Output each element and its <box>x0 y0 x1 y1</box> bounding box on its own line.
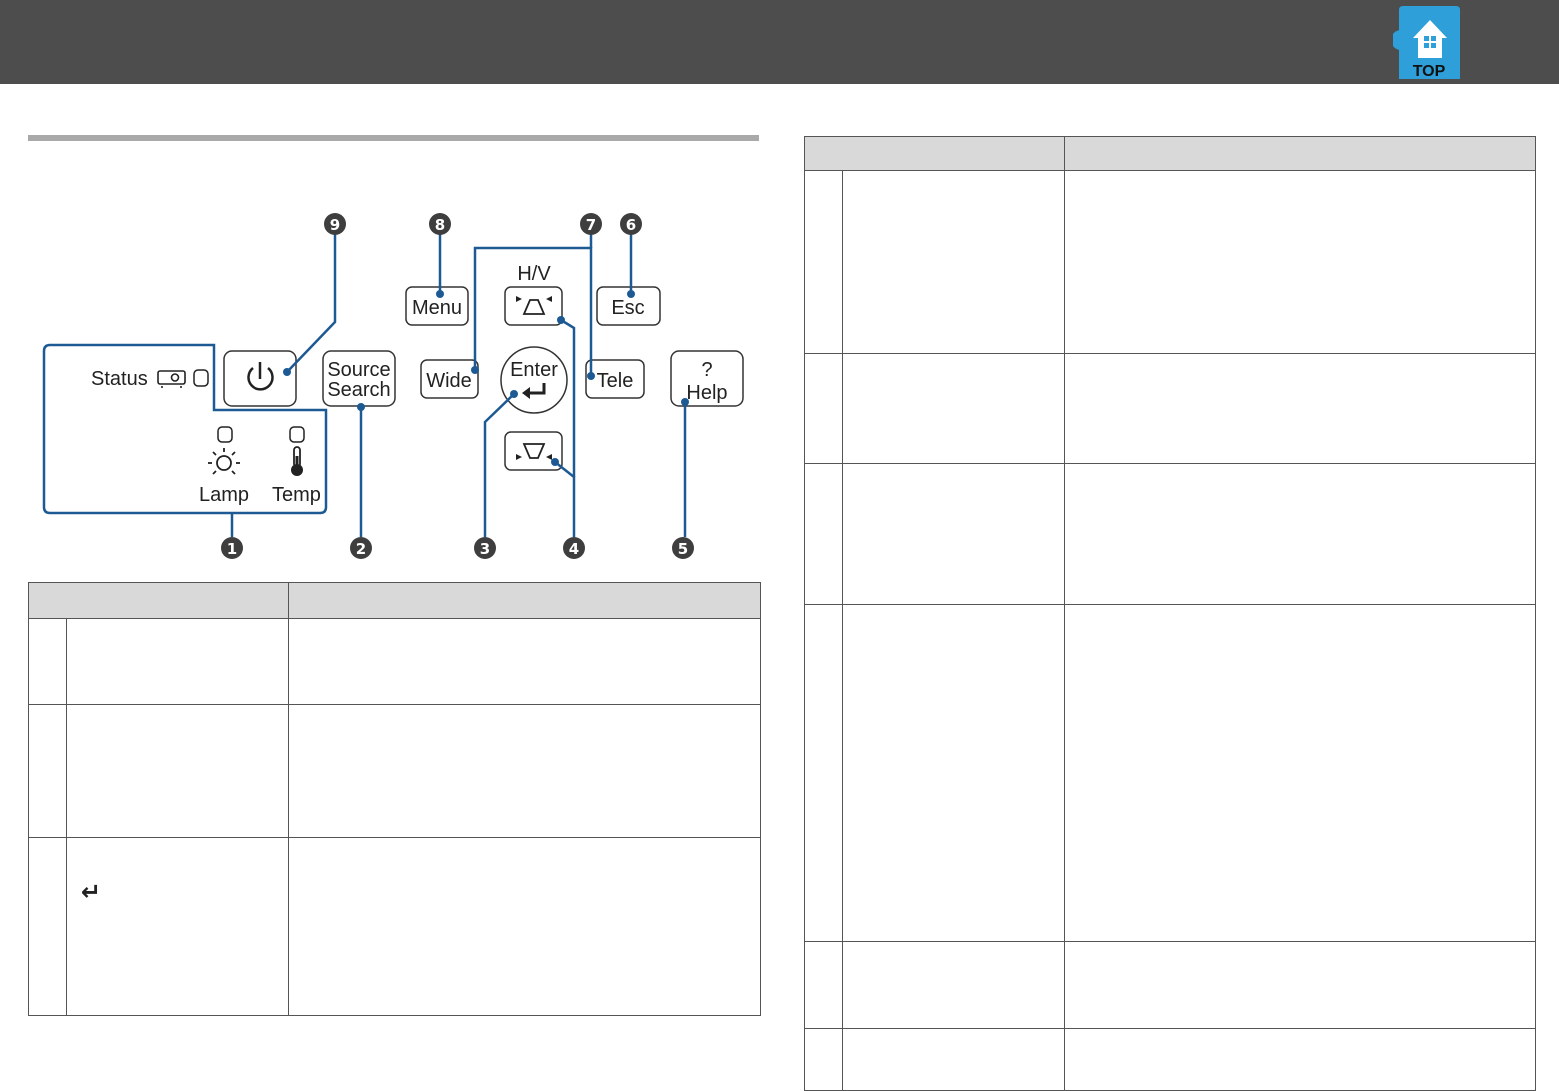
building-icon: TOP <box>1391 6 1460 80</box>
source-search-button[interactable]: Source Search <box>322 350 396 407</box>
callout-3: 3 <box>474 537 496 559</box>
table-row <box>804 604 1536 942</box>
control-panel-diagram: Status Lamp Temp Source Search Menu H/V … <box>42 213 744 559</box>
svg-text:4: 4 <box>569 540 579 558</box>
svg-text:3: 3 <box>480 540 490 558</box>
enter-label: Enter <box>510 359 558 381</box>
status-label: Status <box>91 368 148 390</box>
help-question-icon: ? <box>701 359 712 381</box>
table-row <box>28 618 761 705</box>
table-header-row <box>804 136 1536 171</box>
projector-icon <box>157 370 186 388</box>
lamp-indicator <box>217 426 233 443</box>
table-row <box>804 463 1536 605</box>
wide-label: Wide <box>426 370 472 392</box>
enter-symbol-icon: ↵ <box>81 879 102 906</box>
svg-text:9: 9 <box>330 216 340 234</box>
temp-label: Temp <box>272 484 321 506</box>
header-cell-name <box>28 582 289 619</box>
callout-5: 5 <box>672 537 694 559</box>
table-row: ↵ <box>28 837 761 1016</box>
left-table: ↵ <box>28 582 761 1016</box>
table-header-row <box>28 582 761 619</box>
power-button[interactable] <box>223 350 297 407</box>
thermometer-icon <box>291 446 303 476</box>
svg-text:8: 8 <box>435 216 445 234</box>
header-bar <box>0 0 1559 84</box>
right-table <box>804 136 1536 1091</box>
callout-9: 9 <box>324 213 346 235</box>
section-rule <box>28 135 759 141</box>
top-label: TOP <box>1413 63 1446 79</box>
lamp-label: Lamp <box>199 484 249 506</box>
callout-4: 4 <box>563 537 585 559</box>
top-button[interactable]: TOP <box>1391 6 1460 80</box>
table-row <box>804 941 1536 1029</box>
svg-text:1: 1 <box>227 540 237 558</box>
table-row <box>804 1028 1536 1091</box>
enter-button[interactable]: Enter <box>500 346 568 414</box>
callout-2: 2 <box>350 537 372 559</box>
svg-text:2: 2 <box>356 540 366 558</box>
wide-button[interactable]: Wide <box>420 359 479 399</box>
callout-7: 7 <box>580 213 602 235</box>
callout-1: 1 <box>221 537 243 559</box>
tele-label: Tele <box>597 370 634 392</box>
status-indicator <box>193 369 209 387</box>
header-cell-name <box>804 136 1065 171</box>
source-label: Source <box>327 359 390 381</box>
callout-8: 8 <box>429 213 451 235</box>
temp-indicator <box>289 426 305 443</box>
table-row <box>804 170 1536 354</box>
tele-button[interactable]: Tele <box>585 359 645 399</box>
svg-text:5: 5 <box>678 540 688 558</box>
help-label: Help <box>686 382 727 404</box>
callout-6: 6 <box>620 213 642 235</box>
esc-label: Esc <box>611 297 644 319</box>
menu-label: Menu <box>412 297 462 319</box>
lamp-icon <box>208 448 240 475</box>
table-row <box>28 704 761 838</box>
keystone-up-button[interactable] <box>504 286 563 326</box>
help-button[interactable]: ? Help <box>670 350 744 407</box>
header-cell-function <box>1064 136 1536 171</box>
header-cell-function <box>288 582 761 619</box>
svg-text:6: 6 <box>626 216 636 234</box>
search-label: Search <box>327 379 390 401</box>
svg-text:7: 7 <box>586 216 596 234</box>
table-row <box>804 353 1536 464</box>
hv-label: H/V <box>517 263 551 285</box>
